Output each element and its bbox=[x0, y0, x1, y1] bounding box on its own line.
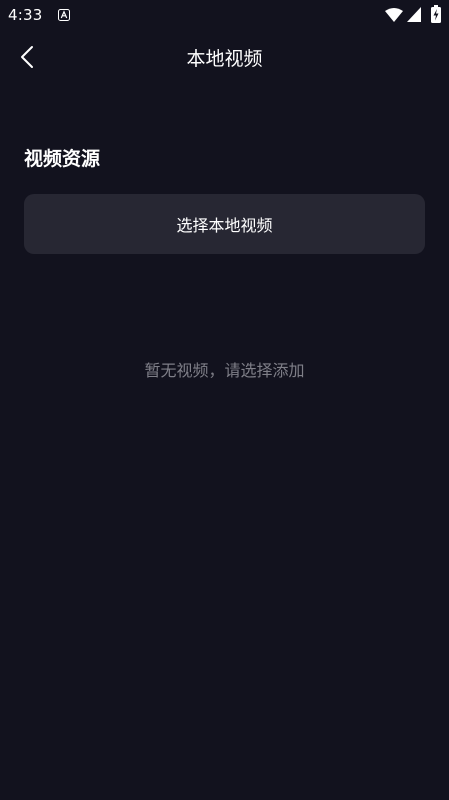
page-title: 本地视频 bbox=[186, 48, 263, 70]
section-title: 视频资源 bbox=[24, 148, 101, 170]
select-local-video-button[interactable]: 选择本地视频 bbox=[24, 194, 425, 254]
nav-bar: 本地视频 bbox=[0, 32, 449, 82]
battery-charging-icon bbox=[431, 5, 441, 23]
status-bar: 4:33 bbox=[0, 0, 449, 32]
app-a-icon bbox=[58, 9, 70, 21]
signal-icon bbox=[407, 7, 421, 22]
select-local-video-label: 选择本地视频 bbox=[176, 216, 273, 235]
wifi-icon bbox=[385, 8, 403, 22]
empty-state-message: 暂无视频，请选择添加 bbox=[144, 361, 305, 380]
status-time: 4:33 bbox=[8, 6, 43, 24]
